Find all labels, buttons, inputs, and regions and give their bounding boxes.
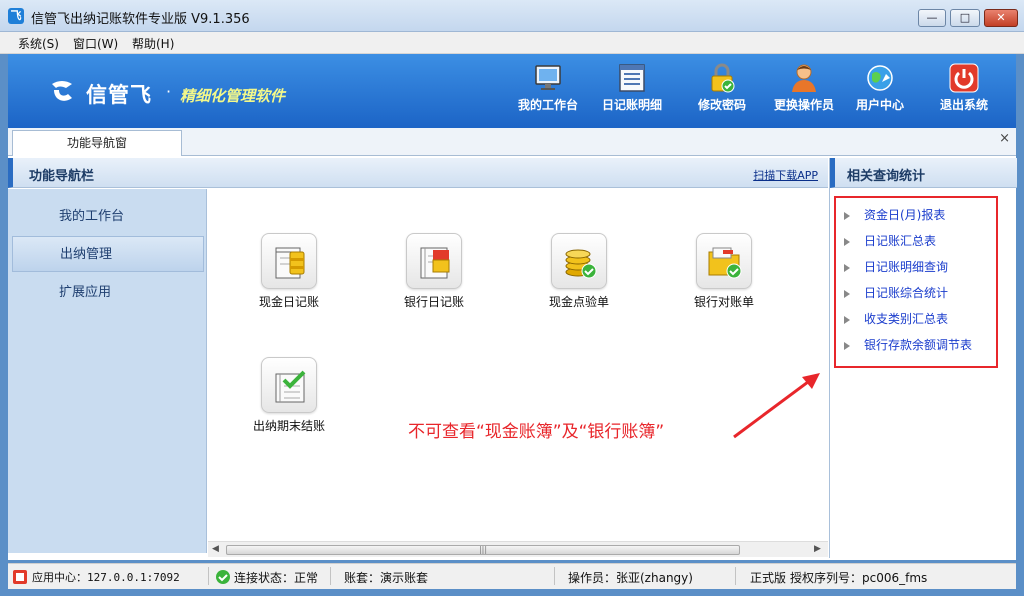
- status-serial: 授权序列号：pc006_fms: [790, 571, 928, 585]
- status-account-set: 账套：演示账套: [344, 571, 429, 585]
- status-app-center: 应用中心：127.0.0.1:7092: [32, 571, 180, 584]
- scroll-thumb[interactable]: |||: [226, 545, 740, 555]
- toolbar-my-workbench[interactable]: 我的工作台: [508, 62, 588, 113]
- function-label: 银行日记账: [403, 295, 464, 309]
- minimize-button[interactable]: —: [918, 9, 946, 27]
- check-circle-icon: [216, 570, 230, 584]
- toolbar-label: 退出系统: [939, 98, 988, 112]
- horizontal-scrollbar[interactable]: ◀ ||| ▶: [208, 541, 828, 557]
- related-query-title: 相关查询统计: [847, 169, 926, 184]
- status-divider: [554, 567, 555, 585]
- nav-header: 功能导航栏 扫描下载APP: [8, 158, 828, 188]
- toolbar-label: 修改密码: [697, 98, 746, 112]
- sidebar: 我的工作台 出纳管理 扩展应用: [8, 189, 207, 553]
- top-banner: 信管飞 · 精细化管理软件 我的工作台 日记账明细 修改密码 更换操作员 用户中…: [8, 54, 1016, 128]
- monitor-icon: [535, 65, 561, 90]
- related-query-header: 相关查询统计: [830, 158, 1017, 188]
- coin-check-icon: [565, 249, 597, 279]
- toolbar-label: 用户中心: [855, 98, 904, 112]
- function-period-close[interactable]: 出纳期末结账: [234, 357, 344, 434]
- function-icon-box: [406, 233, 462, 289]
- function-bank-journal[interactable]: 银行日记账: [379, 233, 489, 310]
- toolbar-user-center[interactable]: 用户中心: [840, 62, 920, 113]
- function-icon-box: [261, 233, 317, 289]
- power-icon: [949, 63, 979, 93]
- scroll-left-button[interactable]: ◀: [212, 544, 219, 554]
- status-connection: 连接状态：正常: [234, 571, 319, 585]
- brand-separator: ·: [166, 82, 172, 101]
- sidebar-item-cashier[interactable]: 出纳管理: [12, 236, 204, 272]
- lock-icon: [711, 63, 735, 93]
- related-query-panel: 相关查询统计 资金日(月)报表 日记账汇总表 日记账明细查询 日记账综合统计 收…: [829, 158, 1017, 558]
- function-cash-check[interactable]: 现金点验单: [524, 233, 634, 310]
- ledger-icon: [619, 64, 645, 92]
- cash-journal-icon: [275, 247, 305, 279]
- user-icon: [792, 64, 816, 92]
- function-cash-journal[interactable]: 现金日记账: [234, 233, 344, 310]
- function-label: 银行对账单: [693, 295, 754, 309]
- globe-icon: [867, 65, 893, 91]
- scroll-right-button[interactable]: ▶: [814, 544, 821, 554]
- status-edition: 正式版: [750, 571, 787, 585]
- sidebar-item-extensions[interactable]: 扩展应用: [12, 275, 204, 311]
- close-button[interactable]: ✕: [984, 9, 1018, 27]
- sidebar-item-workbench[interactable]: 我的工作台: [12, 199, 204, 235]
- app-logo-icon: 飞: [8, 8, 24, 24]
- toolbar-switch-operator[interactable]: 更换操作员: [764, 62, 844, 113]
- function-icon-box: [696, 233, 752, 289]
- status-divider: [330, 567, 331, 585]
- menu-help[interactable]: 帮助(H): [132, 35, 174, 52]
- function-label: 出纳期末结账: [252, 419, 325, 433]
- bank-journal-icon: [420, 247, 450, 279]
- annotation-text: 不可查看“现金账簿”及“银行账簿”: [408, 422, 665, 442]
- toolbar-label: 我的工作台: [517, 98, 578, 112]
- status-bar: 应用中心：127.0.0.1:7092 连接状态：正常 账套：演示账套 操作员：…: [8, 563, 1016, 589]
- toolbar-change-password[interactable]: 修改密码: [682, 62, 762, 113]
- toolbar-label: 日记账明细: [601, 98, 662, 112]
- toolbar-exit-system[interactable]: 退出系统: [924, 62, 1004, 113]
- menu-system[interactable]: 系统(S): [18, 35, 59, 52]
- toolbar-label: 更换操作员: [773, 98, 834, 112]
- tab-strip: 功能导航窗 ×: [8, 128, 1016, 157]
- annotation-highlight-box: [834, 196, 998, 368]
- status-divider: [735, 567, 736, 585]
- function-icon-box: [551, 233, 607, 289]
- tab-function-navigation[interactable]: 功能导航窗: [12, 130, 182, 157]
- maximize-button[interactable]: □: [950, 9, 980, 27]
- function-label: 现金日记账: [258, 295, 319, 309]
- brand-slogan: 精细化管理软件: [180, 87, 286, 105]
- brand-name: 信管飞: [86, 83, 152, 107]
- brand-logo-icon: [52, 81, 72, 101]
- function-icon-box: [261, 357, 317, 413]
- window-title: 信管飞出纳记账软件专业版 V9.1.356: [31, 12, 250, 27]
- function-panel: 现金日记账 银行日记账 现金点验单 银行对账单 出纳期末结账 不可查看“现金账簿…: [208, 189, 828, 541]
- nav-title: 功能导航栏: [29, 169, 95, 184]
- notebook-check-icon: [275, 370, 306, 403]
- status-operator: 操作员：张亚(zhangy): [568, 571, 693, 585]
- menu-bar: 系统(S) 窗口(W) 帮助(H): [0, 32, 1024, 54]
- folder-check-icon: [708, 247, 742, 279]
- function-bank-statement[interactable]: 银行对账单: [669, 233, 779, 310]
- tab-close-button[interactable]: ×: [999, 131, 1010, 146]
- annotation-arrow-icon: [733, 373, 820, 439]
- scan-download-link[interactable]: 扫描下载APP: [753, 167, 818, 183]
- menu-window[interactable]: 窗口(W): [73, 35, 118, 52]
- toolbar-journal-detail[interactable]: 日记账明细: [592, 62, 672, 113]
- status-divider: [208, 567, 209, 585]
- function-label: 现金点验单: [548, 295, 609, 309]
- app-center-icon: [13, 570, 27, 584]
- title-bar: 飞 信管飞出纳记账软件专业版 V9.1.356 — □ ✕: [0, 0, 1024, 32]
- main-area: 功能导航栏 扫描下载APP 我的工作台 出纳管理 扩展应用 现金日记账 银行日记…: [8, 156, 1017, 560]
